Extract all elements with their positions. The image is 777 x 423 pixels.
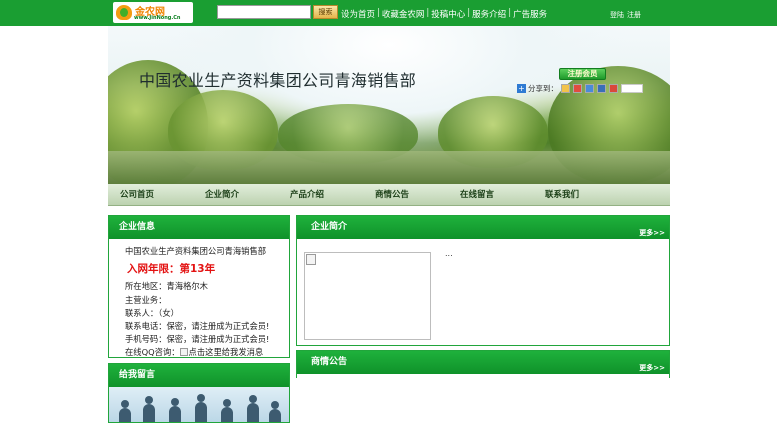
company-intro-more-link[interactable]: 更多>> xyxy=(639,222,665,245)
more-share-icon[interactable] xyxy=(609,83,618,93)
user-links: 登陆 注册 xyxy=(610,10,644,20)
business-news-title: 商情公告 更多>> xyxy=(297,351,669,374)
nav-company-intro[interactable]: 企业简介 xyxy=(205,184,239,206)
company-title: 中国农业生产资料集团公司青海销售部 xyxy=(139,71,417,90)
submission-center-link[interactable]: 投稿中心 xyxy=(431,8,465,20)
leave-message-panel: 给我留言 xyxy=(108,363,290,423)
register-link[interactable]: 注册 xyxy=(627,11,641,19)
bookmark-site-link[interactable]: 收藏金农网 xyxy=(382,8,425,20)
banner-water xyxy=(108,151,670,184)
main-nav: 公司首页 企业简介 产品介绍 商情公告 在线留言 联系我们 xyxy=(108,184,670,206)
broken-image-icon xyxy=(306,254,316,265)
site-logo[interactable]: 金农网 www.JinNong.Cn xyxy=(113,2,193,23)
company-intro-text: ... xyxy=(445,249,453,258)
company-intro-panel: 企业简介 更多>> ... xyxy=(296,215,670,346)
banner: 中国农业生产资料集团公司青海销售部 注册会员 + 分享到： xyxy=(108,26,670,184)
business-news-panel: 商情公告 更多>> xyxy=(296,350,670,378)
company-intro-title: 企业简介 更多>> xyxy=(297,216,669,239)
info-company-name: 中国农业生产资料集团公司青海销售部 xyxy=(125,246,267,256)
company-info-title: 企业信息 xyxy=(109,216,289,239)
person-silhouette xyxy=(221,399,233,422)
membership-years: 入网年限：第13年 xyxy=(127,263,216,275)
person-silhouette xyxy=(143,396,155,422)
service-intro-link[interactable]: 服务介绍 xyxy=(472,8,506,20)
info-business: 主营业务： xyxy=(125,295,167,305)
company-image xyxy=(304,252,431,340)
login-link[interactable]: 登陆 xyxy=(610,11,624,19)
info-mobile: 手机号码：保密，请注册成为正式会员! xyxy=(125,334,270,344)
search-button[interactable]: 搜索 xyxy=(313,5,338,19)
top-bar: 金农网 www.JinNong.Cn 搜索 设为首页 | 收藏金农网 | 投稿中… xyxy=(0,0,777,26)
share-count-box xyxy=(621,83,643,93)
person-silhouette xyxy=(119,400,131,422)
nav-products[interactable]: 产品介绍 xyxy=(290,184,324,206)
qq-message-link[interactable]: 点击这里给我发消息 xyxy=(189,347,264,357)
renren-share-icon[interactable] xyxy=(597,83,606,93)
leave-message-title[interactable]: 给我留言 xyxy=(109,364,289,387)
nav-business-news[interactable]: 商情公告 xyxy=(375,184,409,206)
info-contact: 联系人：（女） xyxy=(125,308,179,318)
search-input[interactable] xyxy=(217,5,311,19)
logo-url: www.JinNong.Cn xyxy=(134,15,181,21)
person-silhouette xyxy=(269,401,281,422)
person-silhouette xyxy=(195,394,207,422)
logo-emblem-icon xyxy=(116,5,132,20)
share-label: 分享到： xyxy=(528,83,558,93)
share-bar: + 分享到： xyxy=(517,82,643,94)
tencent-weibo-share-icon[interactable] xyxy=(585,83,594,93)
nav-contact-us[interactable]: 联系我们 xyxy=(545,184,579,206)
ad-service-link[interactable]: 广告服务 xyxy=(513,8,547,20)
broken-image-icon xyxy=(179,348,188,356)
qzone-share-icon[interactable] xyxy=(561,83,570,93)
weibo-share-icon[interactable] xyxy=(573,83,582,93)
nav-home[interactable]: 公司首页 xyxy=(120,184,154,206)
qq-label: 在线QQ咨询： xyxy=(125,347,180,357)
link-separator: | xyxy=(508,8,512,18)
company-intro-heading: 企业简介 xyxy=(311,222,348,232)
info-phone: 联系电话：保密，请注册成为正式会员! xyxy=(125,321,270,331)
share-plus-icon[interactable]: + xyxy=(517,83,526,93)
set-homepage-link[interactable]: 设为首页 xyxy=(341,8,375,20)
link-separator: | xyxy=(426,8,430,18)
link-separator: | xyxy=(377,8,380,18)
company-info-panel: 企业信息 中国农业生产资料集团公司青海销售部 入网年限：第13年 所在地区：青海… xyxy=(108,215,290,358)
top-links: 设为首页 | 收藏金农网 | 投稿中心 | 服务介绍 | 广告服务 xyxy=(341,8,547,20)
business-news-heading: 商情公告 xyxy=(311,357,348,367)
info-region: 所在地区：青海格尔木 xyxy=(125,281,208,291)
info-qq: 在线QQ咨询： 点击这里给我发消息 xyxy=(125,346,263,358)
person-silhouette xyxy=(247,395,259,422)
register-member-button[interactable]: 注册会员 xyxy=(559,68,606,80)
crowd-image xyxy=(109,387,289,422)
nav-online-message[interactable]: 在线留言 xyxy=(460,184,494,206)
link-separator: | xyxy=(467,8,471,18)
business-news-more-link[interactable]: 更多>> xyxy=(639,357,665,380)
person-silhouette xyxy=(169,398,181,422)
